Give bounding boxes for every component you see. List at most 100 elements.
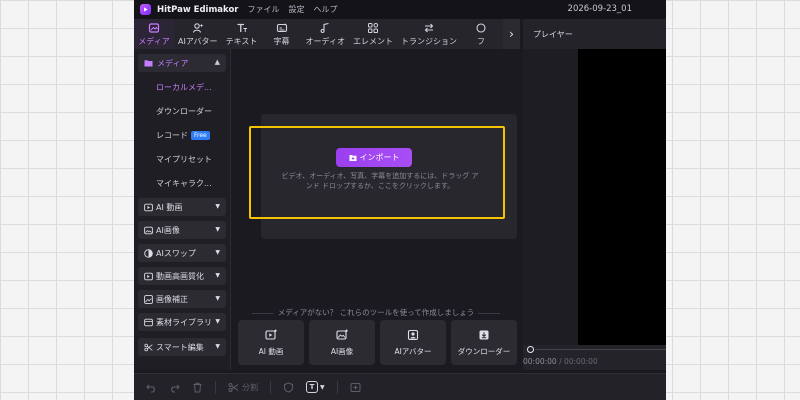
sidebar-item-downloader[interactable]: ダウンローダー xyxy=(156,106,226,117)
media-sidebar: メディア ▲ ローカルメデ... ダウンローダー レコード Free マイプリセッ… xyxy=(134,49,231,370)
import-hint: ビデオ、オーディオ、写真、字幕を追加するには、ドラッグ アンド ドロップするか、… xyxy=(281,172,479,190)
split-icon[interactable] xyxy=(228,382,239,393)
smart-edit-icon xyxy=(144,343,153,351)
import-button-label: インポート xyxy=(359,153,400,162)
menu-help[interactable]: ヘルプ xyxy=(314,4,338,15)
tab-media[interactable]: メディア xyxy=(134,19,174,49)
chevron-down-icon: ▼ xyxy=(215,249,220,256)
tool-card-downloader[interactable]: ダウンローダー xyxy=(451,320,517,365)
tab-transition-label: トランジション xyxy=(400,36,457,46)
progress-track xyxy=(535,349,666,350)
tab-filter[interactable]: フ xyxy=(461,19,501,49)
sidebar-group-ai-video-label: AI 動画 xyxy=(156,202,183,212)
media-panel: インポート ビデオ、オーディオ、写真、字幕を追加するには、ドラッグ アンド ドロ… xyxy=(232,49,520,370)
chevron-down-icon: ▼ xyxy=(215,343,220,350)
free-badge: Free xyxy=(191,131,210,140)
redo-icon[interactable] xyxy=(169,382,180,393)
sidebar-item-record[interactable]: レコード Free xyxy=(156,130,226,141)
tab-ai-avatar[interactable]: AIアバター xyxy=(174,19,222,49)
shield-icon[interactable] xyxy=(283,381,294,393)
chevron-down-icon: ▼ xyxy=(215,226,220,233)
download-icon xyxy=(479,330,489,339)
toolbar-divider xyxy=(270,380,271,394)
chevron-down-icon: ▼ xyxy=(215,318,220,325)
ai-video-icon xyxy=(144,203,153,211)
sidebar-group-enhance-label: 動画高画質化 xyxy=(156,271,204,281)
time-total: 00:00:00 xyxy=(563,357,598,366)
subtitle-icon xyxy=(276,22,287,32)
tab-text[interactable]: テキスト xyxy=(222,19,262,49)
tab-transition[interactable]: トランジション xyxy=(397,19,461,49)
sidebar-group-ai-video[interactable]: AI 動画 ▼ xyxy=(138,198,226,216)
sidebar-item-local-media[interactable]: ローカルメデ... xyxy=(156,82,226,93)
ai-avatar-icon xyxy=(192,22,204,33)
sidebar-group-ai-image-label: AI画像 xyxy=(156,225,180,235)
title-bar: HitPaw Edimakor ファイル 設定 ヘルプ 2026-09-23_0… xyxy=(134,0,666,19)
menu-file[interactable]: ファイル xyxy=(248,4,280,15)
tool-card-downloader-label: ダウンローダー xyxy=(457,346,511,356)
folder-icon xyxy=(144,60,153,67)
chevron-down-icon[interactable]: ▼ xyxy=(320,384,325,391)
text-add-button[interactable]: T xyxy=(306,381,318,393)
ai-image-icon xyxy=(144,226,153,234)
tab-media-label: メディア xyxy=(138,36,170,46)
sidebar-item-my-presets[interactable]: マイプリセット xyxy=(156,154,226,165)
toolbar-divider xyxy=(215,380,216,394)
ai-avatar-card-icon xyxy=(407,329,419,340)
image-correct-icon xyxy=(144,294,153,304)
tab-ai-avatar-label: AIアバター xyxy=(178,36,218,46)
player-screen[interactable] xyxy=(578,49,666,345)
sidebar-group-library[interactable]: 素材ライブラリ ▼ xyxy=(138,313,226,331)
folder-add-icon xyxy=(349,154,356,161)
ai-image-add-icon xyxy=(336,329,348,340)
app-window: HitPaw Edimakor ファイル 設定 ヘルプ 2026-09-23_0… xyxy=(134,0,666,400)
tab-element[interactable]: エレメント xyxy=(349,19,397,49)
tab-subtitle[interactable]: 字幕 xyxy=(262,19,302,49)
undo-icon[interactable] xyxy=(146,382,157,393)
filter-icon xyxy=(476,22,486,33)
sidebar-group-ai-image[interactable]: AI画像 ▼ xyxy=(138,221,226,239)
player-progress[interactable] xyxy=(523,345,666,355)
timeline-toolbar: 分割 T ▼ xyxy=(134,373,666,400)
tools-section-label: メディアがない？ これらのツールを使って作成しましょう xyxy=(232,307,520,318)
delete-icon[interactable] xyxy=(192,382,203,393)
tab-subtitle-label: 字幕 xyxy=(273,36,290,46)
sidebar-item-record-label: レコード xyxy=(156,131,188,140)
sidebar-group-ai-swap[interactable]: AIスワップ ▼ xyxy=(138,244,226,262)
sidebar-group-library-label: 素材ライブラリ xyxy=(156,317,212,327)
app-logo-icon xyxy=(140,4,151,15)
sidebar-media-header-label: メディア xyxy=(157,58,189,68)
ai-video-add-icon xyxy=(265,329,277,340)
tool-card-ai-image-label: AI画像 xyxy=(330,346,354,356)
tool-card-ai-video[interactable]: AI 動画 xyxy=(238,320,304,365)
media-icon xyxy=(148,22,160,33)
time-separator: / xyxy=(556,357,564,366)
project-name: 2026-09-23_01 xyxy=(567,4,632,14)
split-label[interactable]: 分割 xyxy=(242,382,258,393)
sidebar-group-enhance[interactable]: 動画高画質化 ▼ xyxy=(138,267,226,285)
import-button[interactable]: インポート xyxy=(336,148,412,167)
tab-audio[interactable]: オーディオ xyxy=(302,19,349,49)
player-timecode: 00:00:00 / 00:00:00 xyxy=(523,357,598,366)
toolbar-divider xyxy=(336,380,338,394)
sidebar-group-smart-edit-label: スマート編集 xyxy=(156,342,204,352)
menu-settings[interactable]: 設定 xyxy=(289,4,305,15)
ai-swap-icon xyxy=(144,248,153,258)
add-media-icon[interactable] xyxy=(350,382,361,393)
sidebar-media-header[interactable]: メディア ▲ xyxy=(138,54,226,72)
progress-handle[interactable] xyxy=(527,346,534,353)
sidebar-group-smart-edit[interactable]: スマート編集 ▼ xyxy=(138,338,226,356)
sidebar-group-image-correct[interactable]: 画像補正 ▼ xyxy=(138,290,226,308)
tool-card-ai-avatar[interactable]: AIアバター xyxy=(380,320,446,365)
library-icon xyxy=(144,318,153,326)
toolbar-scroll-right-button[interactable]: › xyxy=(503,19,520,49)
chevron-right-icon: › xyxy=(509,27,514,41)
enhance-icon xyxy=(144,272,153,280)
tool-card-ai-image[interactable]: AI画像 xyxy=(309,320,375,365)
sidebar-item-my-characters[interactable]: マイキャラク... xyxy=(156,178,226,189)
transition-icon xyxy=(424,23,434,32)
chevron-down-icon: ▼ xyxy=(215,203,220,210)
main-toolbar: メディア AIアバター テキスト 字幕 オーディオ エレメント トランジション xyxy=(134,19,520,49)
app-name: HitPaw Edimakor xyxy=(157,4,239,15)
chevron-down-icon: ▼ xyxy=(215,272,220,279)
